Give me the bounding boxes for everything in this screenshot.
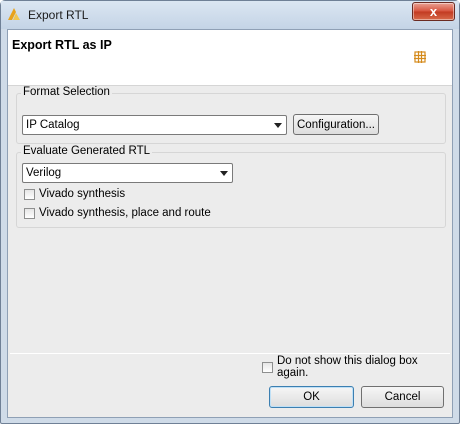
chevron-down-icon [274,123,282,128]
vivado-app-icon [8,8,20,20]
format-select[interactable]: IP Catalog [22,115,287,135]
dialog-header: Export RTL as IP [8,30,452,86]
configuration-button-label: Configuration... [297,118,375,131]
configuration-button[interactable]: Configuration... [293,114,379,135]
format-select-value: IP Catalog [26,119,80,131]
dialog-body: Export RTL as IP Format Selection IP Cat… [7,29,453,418]
cancel-button[interactable]: Cancel [361,386,444,408]
language-select-value: Verilog [26,167,62,179]
title-bar[interactable]: Export RTL x [1,1,459,29]
ok-button-label: OK [303,391,320,403]
language-select[interactable]: Verilog [22,163,233,183]
vivado-place-route-label: Vivado synthesis, place and route [39,207,211,219]
format-selection-label: Format Selection [21,86,112,98]
vivado-place-route-checkbox[interactable] [24,207,35,219]
cancel-button-label: Cancel [384,391,421,403]
dont-show-again-option[interactable]: Do not show this dialog box again. [262,355,452,379]
ok-button[interactable]: OK [269,386,354,408]
ip-grid-icon [414,51,426,63]
export-rtl-dialog: Export RTL x Export RTL as IP Format Sel… [0,0,460,424]
chevron-down-icon [220,171,228,176]
close-icon: x [429,4,438,19]
vivado-place-route-option[interactable]: Vivado synthesis, place and route [24,206,211,220]
dialog-heading: Export RTL as IP [12,38,112,52]
dont-show-again-checkbox[interactable] [262,361,273,373]
vivado-synthesis-checkbox[interactable] [24,188,35,200]
vivado-synthesis-option[interactable]: Vivado synthesis [24,187,125,201]
close-button[interactable]: x [412,2,455,21]
dont-show-again-label: Do not show this dialog box again. [277,355,418,379]
vivado-synthesis-label: Vivado synthesis [39,188,126,200]
window-title: Export RTL [28,8,89,22]
evaluate-rtl-label: Evaluate Generated RTL [21,145,153,157]
footer-separator [10,353,450,354]
